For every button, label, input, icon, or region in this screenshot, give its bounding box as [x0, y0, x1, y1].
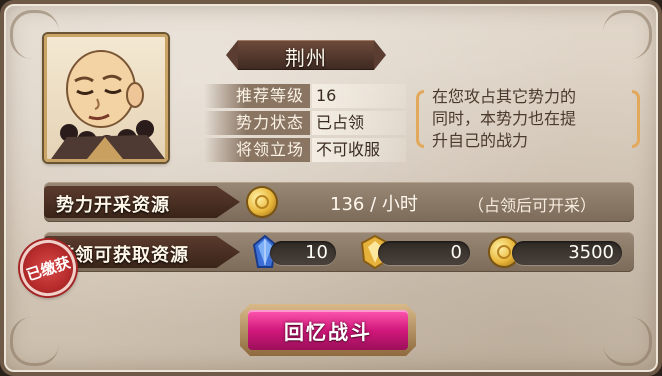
replay-battle-button[interactable]: 回忆战斗 [240, 304, 416, 356]
ornament-corner [10, 317, 59, 366]
replay-battle-label: 回忆战斗 [284, 320, 372, 344]
info-row-general-stance: 将领立场 不可收服 [204, 138, 406, 162]
production-tag: 势力开采资源 [44, 186, 240, 218]
info-label: 将领立场 [204, 138, 310, 162]
info-row-recommended-level: 推荐等级 16 [204, 84, 406, 108]
gold-coin-icon [248, 188, 276, 216]
rewards-label: 首领可获取资源 [56, 245, 189, 266]
badge-amount: 0 [378, 241, 470, 265]
production-label: 势力开采资源 [56, 195, 170, 216]
crystal-amount: 10 [270, 241, 336, 265]
ornament-corner [603, 317, 652, 366]
rewards-bar: 首领可获取资源 10 0 3500 [44, 232, 634, 272]
info-value: 已占领 [312, 111, 406, 135]
info-label: 势力状态 [204, 111, 310, 135]
info-value: 16 [312, 84, 406, 108]
faction-note: 在您攻占其它势力的 同时，本势力也在提 升自己的战力 [416, 86, 640, 152]
info-row-faction-status: 势力状态 已占领 [204, 111, 406, 135]
note-line: 同时，本势力也在提 [432, 109, 577, 128]
production-hint: （占领后可开采） [468, 196, 597, 215]
ornament-corner [603, 10, 652, 59]
production-rate: 136 / 小时 [330, 194, 418, 215]
info-value: 不可收服 [312, 138, 406, 162]
stamp-text: 已缴获 [24, 253, 73, 285]
note-line: 升自己的战力 [432, 131, 529, 150]
info-label: 推荐等级 [204, 84, 310, 108]
gold-amount: 3500 [512, 241, 622, 265]
general-portrait [44, 34, 168, 162]
note-line: 在您攻占其它势力的 [432, 87, 577, 106]
bracket-right [632, 90, 640, 148]
production-bar: 势力开采资源 136 / 小时 （占领后可开采） [44, 182, 634, 222]
bracket-left [416, 90, 424, 148]
city-name-banner: 荆州 [226, 40, 386, 70]
city-info-panel: 荆州 推荐等级 16 势力状态 已占领 将领立场 不可收服 在您攻占其它势力的 … [0, 0, 662, 376]
city-name: 荆州 [285, 46, 327, 70]
